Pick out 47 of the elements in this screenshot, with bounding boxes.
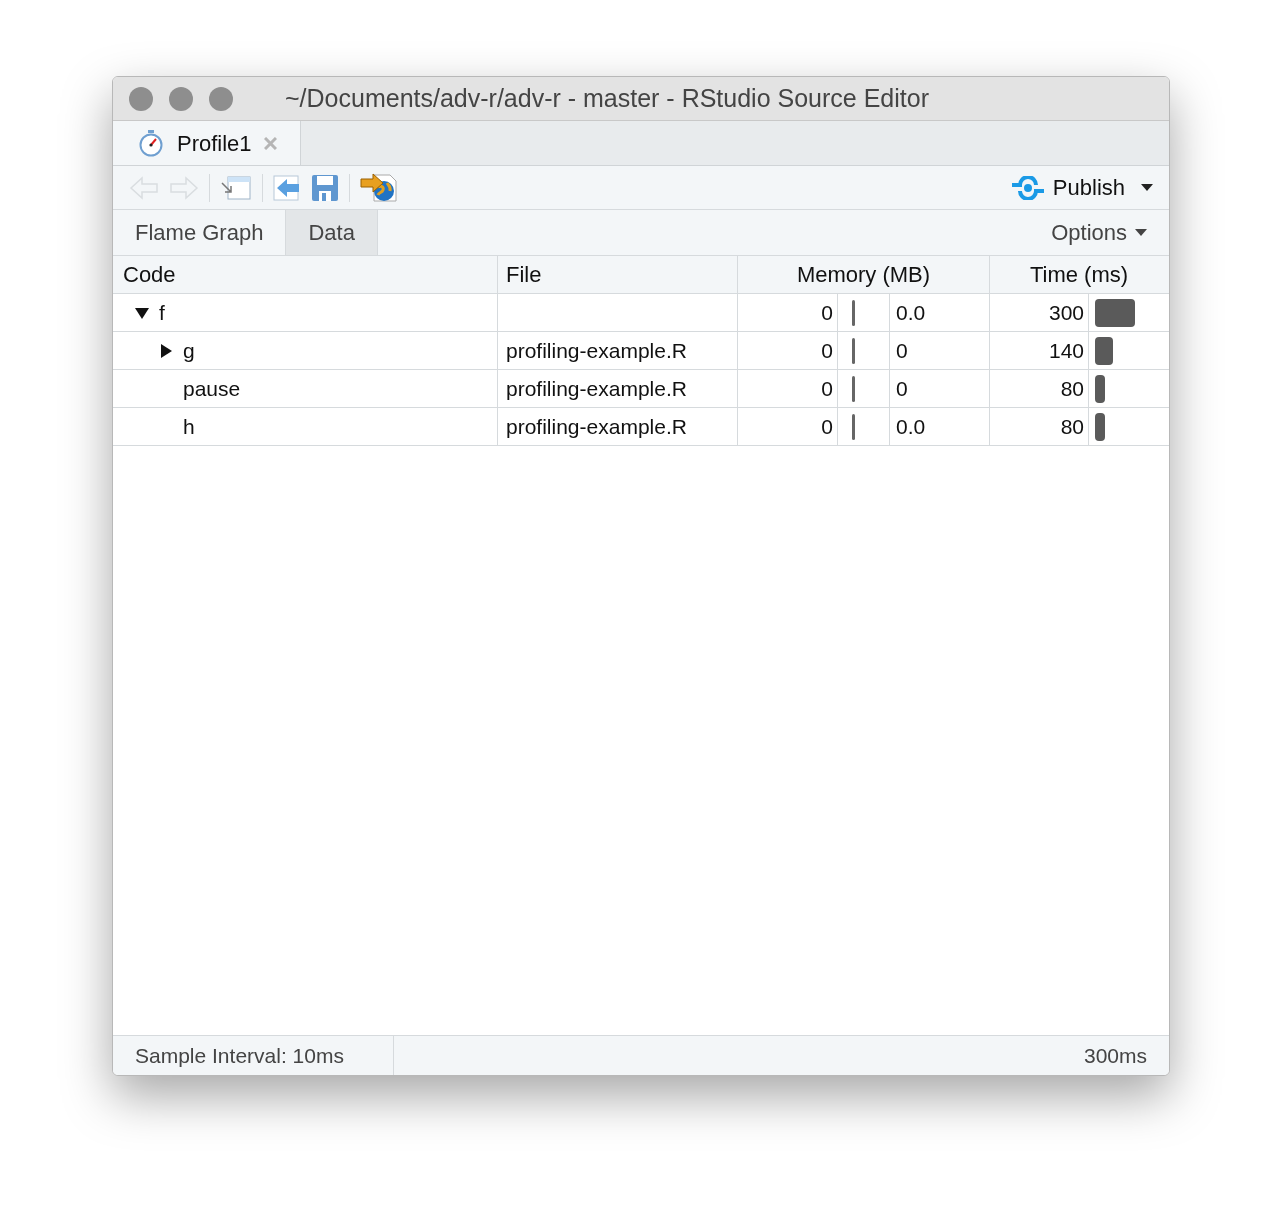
column-header[interactable]: File — [506, 258, 542, 291]
file-cell-text: profiling-example.R — [506, 337, 687, 364]
window-title: ~/Documents/adv-r/adv-r - master - RStudio Source Editor — [285, 82, 929, 114]
view-tab[interactable]: Data — [286, 210, 378, 255]
memory-cell-text: 0 — [821, 337, 833, 364]
memory-cell-text: 0.0 — [896, 299, 926, 326]
sample-interval-label: Sample Interval: 10ms — [135, 1042, 344, 1069]
window-arrow-icon[interactable] — [220, 174, 252, 201]
window-control-button[interactable] — [169, 86, 193, 111]
memory-cell-text: 0 — [821, 413, 833, 440]
save-icon[interactable] — [311, 173, 339, 202]
code-cell-text: g — [183, 337, 195, 364]
memory-bar — [852, 375, 855, 402]
code-cell-text: f — [159, 299, 165, 326]
time-cell-text: 140 — [1048, 337, 1084, 364]
file-cell-text: profiling-example.R — [506, 413, 687, 440]
memory-cell-text: 0 — [821, 375, 833, 402]
memory-bar — [852, 413, 855, 440]
time-cell-text: 80 — [1060, 375, 1084, 402]
code-cell-text: h — [183, 413, 195, 440]
memory-cell-text: 0 — [821, 299, 833, 326]
column-header[interactable]: Memory (MB) — [796, 258, 931, 291]
column-header[interactable]: Code — [123, 258, 176, 291]
document-tab[interactable]: Profile1 — [113, 121, 301, 165]
time-cell-text: 80 — [1060, 413, 1084, 440]
memory-cell-text: 0 — [896, 337, 908, 364]
caret-down-icon — [1141, 183, 1153, 192]
window-control-button[interactable] — [129, 86, 153, 111]
caret-right-icon[interactable] — [159, 343, 173, 358]
publish-icon — [1010, 175, 1045, 200]
memory-cell-text: 0 — [896, 375, 908, 402]
arrow-globe-icon[interactable] — [360, 172, 398, 203]
options-button[interactable]: Options — [1051, 210, 1169, 255]
publish-button[interactable]: Publish — [1010, 171, 1153, 204]
memory-bar — [852, 299, 855, 326]
window-control-button[interactable] — [209, 86, 233, 111]
column-header[interactable]: Time (ms) — [1029, 258, 1129, 291]
code-cell-text: pause — [183, 375, 241, 402]
total-time-label: 300ms — [1083, 1042, 1148, 1069]
memory-cell-text: 0.0 — [896, 413, 926, 440]
caret-down-icon — [1135, 228, 1147, 237]
stopwatch-icon — [137, 129, 165, 157]
file-cell-text: profiling-example.R — [506, 375, 687, 402]
caret-down-icon[interactable] — [135, 305, 149, 320]
memory-bar — [852, 337, 855, 364]
close-icon[interactable] — [263, 136, 277, 150]
time-cell-text: 300 — [1048, 299, 1084, 326]
